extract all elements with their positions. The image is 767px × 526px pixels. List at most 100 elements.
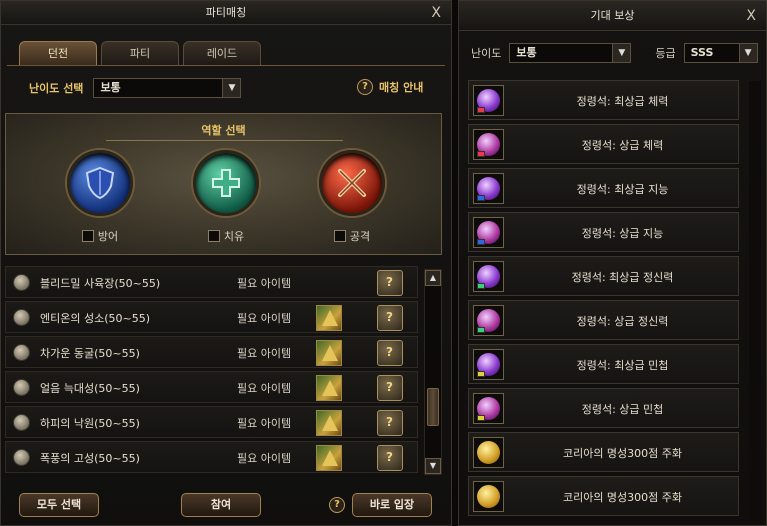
scroll-up-icon[interactable]: ▲ <box>425 270 441 286</box>
reward-name: 정령석: 상급 정신력 <box>576 315 669 328</box>
dropdown-arrow-icon[interactable]: ▼ <box>612 44 631 62</box>
difficulty-value: 보통 <box>516 46 537 59</box>
dungeon-name: 차가운 동굴(50~55) <box>40 347 140 360</box>
reward-item[interactable]: 정령석: 상급 정신력 <box>468 300 739 340</box>
reward-item[interactable]: 정령석: 최상급 지능 <box>468 168 739 208</box>
healer-checkbox[interactable]: 치유 <box>190 228 262 244</box>
cross-icon[interactable] <box>193 150 259 216</box>
scroll-thumb[interactable] <box>427 388 439 426</box>
dropdown-arrow-icon[interactable]: ▼ <box>222 79 241 97</box>
checkbox-box <box>207 230 220 242</box>
coin-icon <box>473 481 504 512</box>
required-item-label: 필요 아이템 <box>237 347 292 360</box>
healer-label: 치유 <box>223 230 245 243</box>
dungeon-row[interactable]: 하피의 낙원(50~55) 필요 아이템 <box>5 406 418 438</box>
reward-name: 정령석: 상급 지능 <box>581 227 664 240</box>
matching-guide-label: 매칭 안내 <box>379 81 424 94</box>
dungeon-row[interactable]: 얼음 늑대성(50~55) 필요 아이템 <box>5 371 418 403</box>
dungeon-row[interactable]: 엔티온의 성소(50~55) 필요 아이템 <box>5 301 418 333</box>
tab-divider <box>7 65 445 66</box>
expected-reward-titlebar[interactable]: 기대 보상 X <box>459 1 766 31</box>
spirit-stone-icon <box>473 261 504 292</box>
spirit-stone-icon <box>473 217 504 248</box>
quest-info-icon[interactable] <box>377 375 403 401</box>
reward-filter-row: 난이도 보통 ▼ 등급 SSS ▼ <box>471 43 758 63</box>
select-all-button[interactable]: 모두 선택 <box>19 493 99 517</box>
role-title-divider <box>106 140 343 141</box>
reward-item[interactable]: 정령석: 최상급 민첩 <box>468 344 739 384</box>
required-item-icon[interactable] <box>316 375 342 401</box>
checkbox-box <box>81 230 94 242</box>
dungeon-list: 블리드밀 사육장(50~55) 필요 아이템 엔티온의 성소(50~55) 필요… <box>5 266 418 476</box>
checkbox-box <box>333 230 346 242</box>
help-icon[interactable]: ? <box>329 497 345 513</box>
shield-icon[interactable] <box>67 150 133 216</box>
dungeon-name: 블리드밀 사육장(50~55) <box>40 277 161 290</box>
grade-value: SSS <box>690 46 714 59</box>
reward-name: 정령석: 최상급 정신력 <box>571 271 674 284</box>
reward-item[interactable]: 정령석: 상급 민첩 <box>468 388 739 428</box>
tab-raid[interactable]: 레이드 <box>183 41 261 65</box>
tab-dungeon[interactable]: 던전 <box>19 41 97 65</box>
quest-info-icon[interactable] <box>377 270 403 296</box>
party-matching-titlebar[interactable]: 파티매칭 X <box>1 1 451 25</box>
difficulty-row: 난이도 선택 보통 ▼ <box>29 78 242 98</box>
dungeon-name: 하피의 낙원(50~55) <box>40 417 140 430</box>
dungeon-row[interactable]: 블리드밀 사육장(50~55) 필요 아이템 <box>5 266 418 298</box>
required-item-icon[interactable] <box>316 340 342 366</box>
quest-info-icon[interactable] <box>377 445 403 471</box>
dropdown-arrow-icon[interactable]: ▼ <box>738 44 757 62</box>
required-item-icon[interactable] <box>316 305 342 331</box>
crossed-swords-icon[interactable] <box>319 150 385 216</box>
reward-list-scrollbar[interactable] <box>749 81 761 521</box>
reward-list: 정령석: 최상급 체력정령석: 상급 체력정령석: 최상급 지능정령석: 상급 … <box>468 80 739 520</box>
required-item-icon[interactable] <box>316 410 342 436</box>
required-item-icon[interactable] <box>316 445 342 471</box>
dungeon-name: 엔티온의 성소(50~55) <box>40 312 151 325</box>
attack-checkbox[interactable]: 공격 <box>316 228 388 244</box>
reward-item[interactable]: 코리아의 명성300점 주화 <box>468 432 739 472</box>
reward-name: 정령석: 최상급 지능 <box>576 183 669 196</box>
close-icon[interactable]: X <box>746 1 756 31</box>
join-button[interactable]: 참여 <box>181 493 261 517</box>
reward-item[interactable]: 정령석: 상급 체력 <box>468 124 739 164</box>
reward-item[interactable]: 코리아의 명성300점 주화 <box>468 476 739 516</box>
party-matching-window: 파티매칭 X 던전 파티 레이드 난이도 선택 보통 ▼ ? 매칭 안내 역할 … <box>0 0 452 526</box>
help-icon: ? <box>357 79 373 95</box>
reward-item[interactable]: 정령석: 상급 지능 <box>468 212 739 252</box>
tab-bar: 던전 파티 레이드 <box>19 41 261 65</box>
reward-name: 정령석: 최상급 민첩 <box>576 359 669 372</box>
required-item-label: 필요 아이템 <box>237 277 292 290</box>
reward-name: 정령석: 상급 체력 <box>581 139 664 152</box>
grade-select[interactable]: SSS ▼ <box>683 43 758 63</box>
role-tank: 방어 <box>64 150 136 244</box>
reward-item[interactable]: 정령석: 최상급 체력 <box>468 80 739 120</box>
difficulty-label: 난이도 선택 <box>29 82 84 95</box>
dungeon-icon <box>13 449 30 466</box>
quest-info-icon[interactable] <box>377 340 403 366</box>
window-title: 기대 보상 <box>590 9 635 22</box>
window-title: 파티매칭 <box>205 6 247 19</box>
enter-now-button[interactable]: 바로 입장 <box>352 493 432 517</box>
reward-name: 정령석: 상급 민첩 <box>581 403 664 416</box>
tab-party[interactable]: 파티 <box>101 41 179 65</box>
matching-guide-link[interactable]: ? 매칭 안내 <box>357 79 423 95</box>
spirit-stone-icon <box>473 129 504 160</box>
tank-checkbox[interactable]: 방어 <box>64 228 136 244</box>
difficulty-select[interactable]: 보통 ▼ <box>93 78 242 98</box>
reward-difficulty-select[interactable]: 보통 ▼ <box>509 43 632 63</box>
quest-info-icon[interactable] <box>377 305 403 331</box>
reward-name: 코리아의 명성300점 주화 <box>562 447 683 460</box>
close-icon[interactable]: X <box>431 1 441 25</box>
quest-info-icon[interactable] <box>377 410 403 436</box>
role-select-panel: 역할 선택 방어 치유 공격 <box>5 113 442 255</box>
dungeon-row[interactable]: 폭풍의 고성(50~55) 필요 아이템 <box>5 441 418 473</box>
scroll-down-icon[interactable]: ▼ <box>425 458 441 474</box>
dungeon-icon <box>13 414 30 431</box>
dungeon-list-scrollbar[interactable]: ▲ ▼ <box>424 269 442 475</box>
spirit-stone-icon <box>473 393 504 424</box>
dungeon-row[interactable]: 차가운 동굴(50~55) 필요 아이템 <box>5 336 418 368</box>
required-item-label: 필요 아이템 <box>237 312 292 325</box>
role-attack: 공격 <box>316 150 388 244</box>
reward-item[interactable]: 정령석: 최상급 정신력 <box>468 256 739 296</box>
